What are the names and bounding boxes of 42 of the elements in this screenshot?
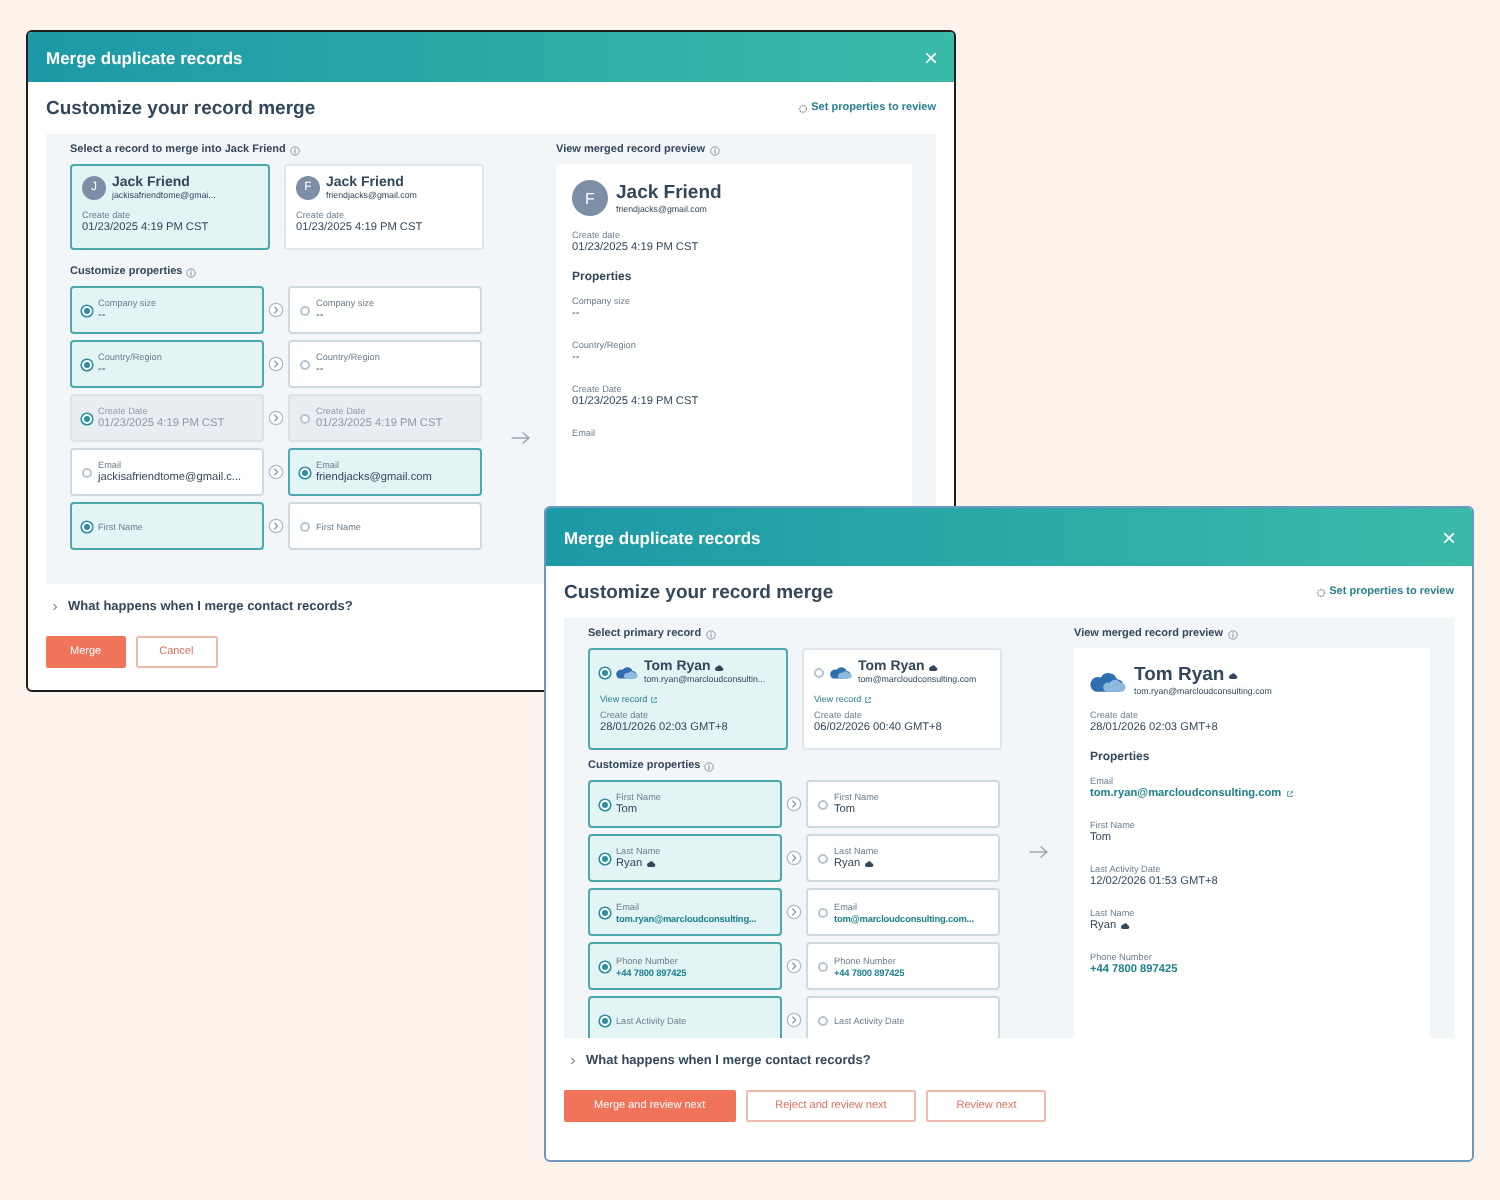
radio-button[interactable] — [300, 359, 310, 369]
info-icon — [704, 761, 715, 771]
cloud-logo-icon — [616, 664, 638, 680]
swap-icon[interactable] — [268, 410, 284, 426]
swap-icon[interactable] — [268, 356, 284, 372]
chevron-right-icon[interactable] — [52, 601, 58, 611]
swap-icon[interactable] — [268, 302, 284, 318]
swap-icon[interactable] — [786, 958, 802, 974]
radio-button[interactable] — [818, 907, 828, 917]
swap-icon[interactable] — [786, 1012, 802, 1028]
avatar: F — [572, 180, 608, 216]
radio-button[interactable] — [818, 1015, 828, 1025]
dialog-heading: Customize your record merge — [564, 581, 834, 603]
radio-button[interactable] — [814, 667, 824, 677]
radio-button[interactable] — [300, 305, 310, 315]
radio-button[interactable] — [300, 521, 310, 531]
chevron-right-icon[interactable] — [570, 1055, 576, 1065]
record-name: Tom Ryan — [1134, 664, 1225, 686]
radio-button[interactable] — [818, 853, 828, 863]
arrow-right-icon — [509, 430, 531, 446]
arrow-right-icon — [1027, 844, 1049, 860]
radio-button[interactable] — [818, 799, 828, 809]
info-icon — [289, 145, 300, 155]
dialog-heading: Customize your record merge — [46, 97, 316, 119]
swap-icon[interactable] — [786, 850, 802, 866]
swap-icon[interactable] — [786, 904, 802, 920]
record-name: Jack Friend — [616, 182, 722, 204]
info-icon — [1227, 629, 1237, 639]
cloud-logo-icon — [830, 664, 852, 680]
swap-icon[interactable] — [268, 518, 284, 534]
info-icon — [709, 145, 719, 155]
cloud-logo-icon — [1090, 667, 1126, 693]
window-title: Merge duplicate records — [46, 47, 243, 67]
radio-button[interactable] — [82, 467, 92, 477]
external-link-icon — [649, 695, 658, 703]
info-icon — [705, 629, 716, 639]
external-link-icon — [863, 695, 872, 703]
window-title: Merge duplicate records — [564, 527, 761, 547]
swap-icon[interactable] — [786, 796, 802, 812]
swap-icon[interactable] — [268, 464, 284, 480]
info-icon — [186, 267, 197, 277]
radio-button[interactable] — [818, 961, 828, 971]
